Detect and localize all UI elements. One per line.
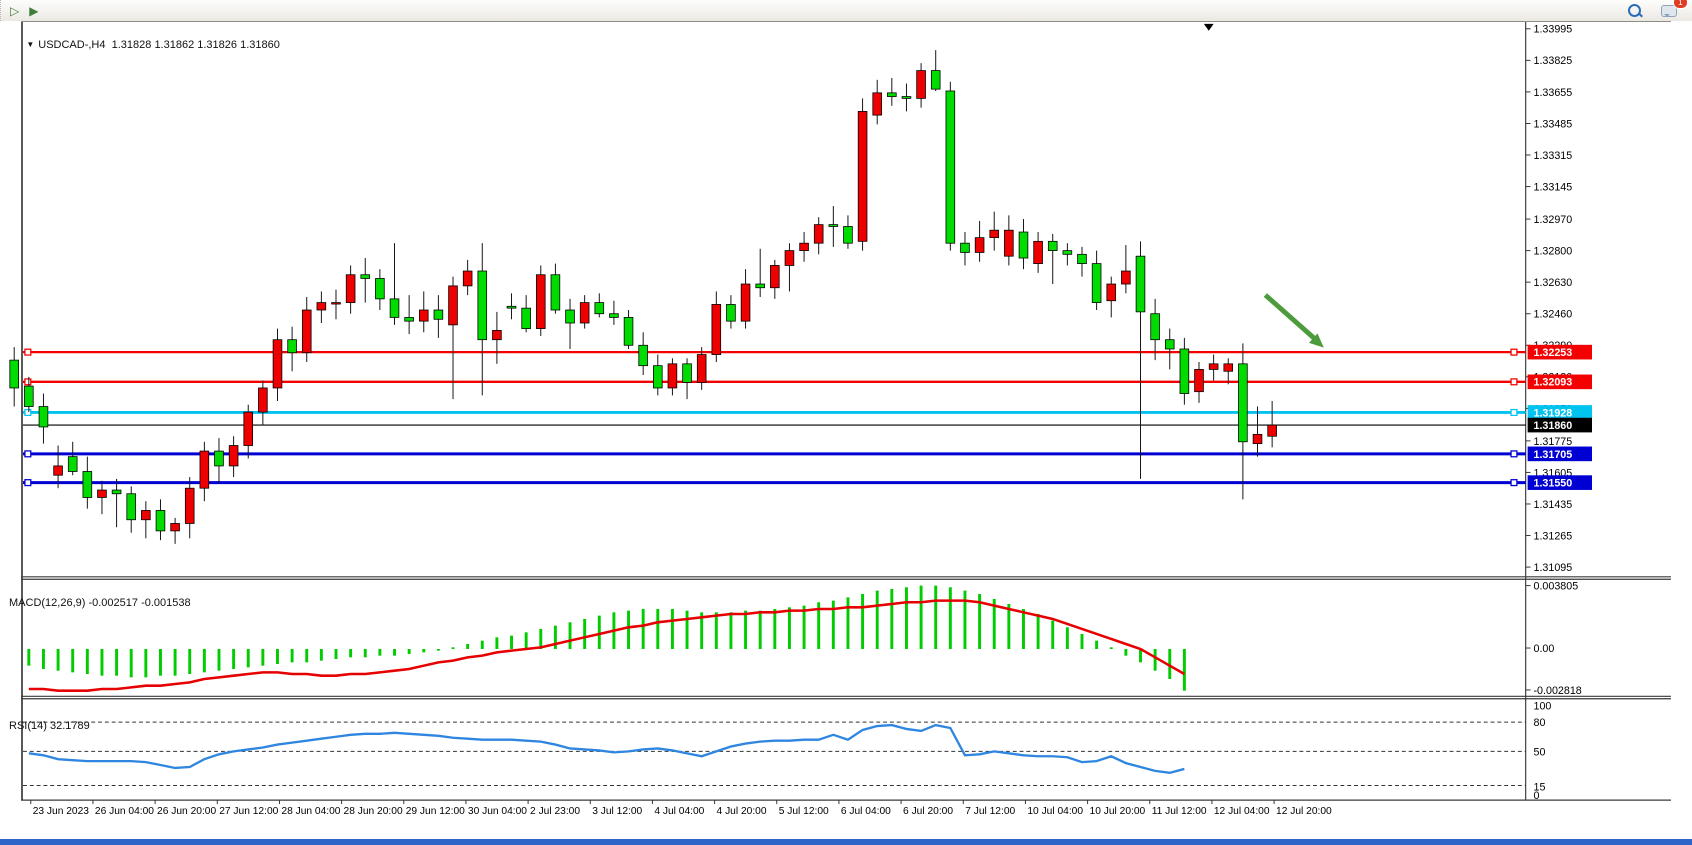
chart-canvas[interactable]: 1.33995 1.33825 1.33655 1.33485 1.33315 1.331… [0,21,1692,845]
svg-text:50: 50 [1533,746,1545,758]
svg-text:6 Jul 20:00: 6 Jul 20:00 [903,806,953,817]
svg-text:6 Jul 04:00: 6 Jul 04:00 [841,806,891,817]
chat-button[interactable]: 1 [1656,0,1682,21]
svg-text:-0.002818: -0.002818 [1533,685,1581,697]
rsi-label: RSI(14) 32.1789 [9,720,90,732]
search-button[interactable] [1623,0,1646,21]
svg-text:1.33655: 1.33655 [1533,87,1572,99]
svg-text:1.31928: 1.31928 [1533,407,1572,419]
svg-text:1.31095: 1.31095 [1533,562,1572,574]
svg-text:26 Jun 20:00: 26 Jun 20:00 [157,806,216,817]
svg-text:30 Jun 04:00: 30 Jun 04:00 [468,806,527,817]
svg-text:1.33315: 1.33315 [1533,150,1572,162]
svg-text:1.33485: 1.33485 [1533,118,1572,130]
notification-badge: 1 [1673,0,1688,9]
svg-text:0.003805: 0.003805 [1533,581,1578,593]
svg-text:1.32253: 1.32253 [1533,347,1572,359]
svg-text:4 Jul 04:00: 4 Jul 04:00 [654,806,704,817]
svg-text:1.31775: 1.31775 [1533,436,1572,448]
svg-text:28 Jun 20:00: 28 Jun 20:00 [344,806,403,817]
search-icon [1628,4,1641,17]
svg-text:23 Jun 2023: 23 Jun 2023 [33,806,90,817]
macd-label: MACD(12,26,9) -0.002517 -0.001538 [9,597,191,609]
toolbar-group: ▷▶ [0,0,284,21]
svg-text:10 Jul 20:00: 10 Jul 20:00 [1090,806,1146,817]
svg-text:1.31705: 1.31705 [1533,449,1572,461]
svg-text:12 Jul 20:00: 12 Jul 20:00 [1276,806,1332,817]
svg-text:1.31265: 1.31265 [1533,530,1572,542]
chart-ohlc-values: 1.31828 1.31862 1.31826 1.31860 [112,39,280,51]
svg-text:1.32800: 1.32800 [1533,246,1572,258]
symbol-dropdown-icon[interactable]: ▼ [26,40,34,49]
toolbar-right: 1 [1623,0,1692,21]
svg-text:29 Jun 12:00: 29 Jun 12:00 [406,806,465,817]
auto-scroll-button[interactable]: ▷ [5,0,24,21]
toolbar: ▤新订单◆▥◉●自动交易‖▣～⊕⊖▦▷▶✚▼◷▼▨▼↖┼│─╱∥ƑAT✦▼M1M… [0,0,1692,22]
svg-text:3 Jul 12:00: 3 Jul 12:00 [592,806,642,817]
svg-text:1.32093: 1.32093 [1533,377,1572,389]
mt4-window: ▤新订单◆▥◉●自动交易‖▣～⊕⊖▦▷▶✚▼◷▼▨▼↖┼│─╱∥ƑAT✦▼M1M… [0,0,1692,845]
svg-text:1.32630: 1.32630 [1533,277,1572,289]
svg-text:80: 80 [1533,717,1545,729]
svg-text:1.32970: 1.32970 [1533,214,1572,226]
svg-text:1.33995: 1.33995 [1533,24,1572,36]
window-border [0,839,1692,845]
svg-text:7 Jul 12:00: 7 Jul 12:00 [965,806,1015,817]
chart-shift-icon: ▶ [29,5,38,17]
svg-text:12 Jul 04:00: 12 Jul 04:00 [1214,806,1270,817]
svg-text:4 Jul 20:00: 4 Jul 20:00 [717,806,767,817]
svg-text:11 Jul 12:00: 11 Jul 12:00 [1152,806,1207,817]
chart-shift-button[interactable]: ▶ [24,0,43,21]
chart-symbol: USDCAD-,H4 [38,39,105,51]
svg-text:5 Jul 12:00: 5 Jul 12:00 [779,806,829,817]
svg-text:27 Jun 12:00: 27 Jun 12:00 [219,806,278,817]
svg-text:1.31860: 1.31860 [1533,420,1572,432]
chart-title: ▼ USDCAD-,H4 1.31828 1.31862 1.31826 1.31… [8,27,280,63]
svg-text:100: 100 [1533,700,1551,712]
svg-text:1.32460: 1.32460 [1533,309,1572,321]
svg-text:0.00: 0.00 [1533,643,1554,655]
svg-text:1.31550: 1.31550 [1533,478,1572,490]
chart-window: 1.33995 1.33825 1.33655 1.33485 1.33315 1.331… [0,21,1692,845]
auto-scroll-icon: ▷ [10,5,19,17]
svg-text:1.33825: 1.33825 [1533,55,1572,67]
svg-text:2 Jul 23:00: 2 Jul 23:00 [530,806,580,817]
svg-text:10 Jul 04:00: 10 Jul 04:00 [1027,806,1083,817]
svg-text:26 Jun 04:00: 26 Jun 04:00 [95,806,154,817]
svg-text:1.31435: 1.31435 [1533,499,1572,511]
svg-text:28 Jun 04:00: 28 Jun 04:00 [281,806,340,817]
svg-text:1.33145: 1.33145 [1533,181,1572,193]
